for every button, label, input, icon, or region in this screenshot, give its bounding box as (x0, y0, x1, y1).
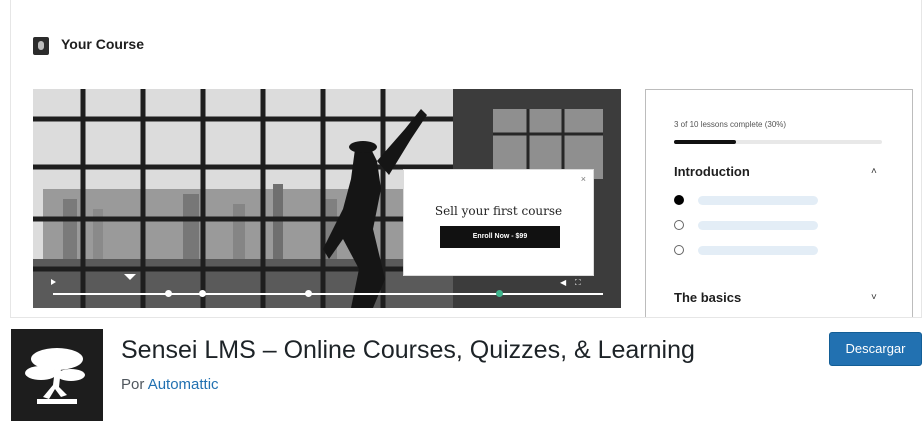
course-progress-panel: 3 of 10 lessons complete (30%) Introduct… (645, 89, 913, 317)
author-link[interactable]: Automattic (148, 376, 219, 393)
playhead-marker[interactable] (496, 290, 503, 297)
enroll-button[interactable]: Enroll Now - $99 (440, 226, 560, 248)
plugin-title: Sensei LMS – Online Courses, Quizzes, & … (121, 336, 695, 364)
lesson-placeholder (698, 196, 818, 205)
chevron-up-icon[interactable]: ˄ (871, 166, 877, 177)
lesson-incomplete-icon (674, 245, 684, 255)
fullscreen-icon[interactable]: ⛶ (575, 278, 581, 288)
progress-text: 3 of 10 lessons complete (30%) (674, 120, 787, 129)
video-scrubber[interactable] (53, 293, 603, 295)
course-video[interactable]: × Sell your first course Enroll Now - $9… (33, 89, 621, 308)
chapter-marker[interactable] (305, 290, 312, 297)
module-title-introduction[interactable]: Introduction (674, 164, 750, 179)
bonsai-icon (25, 348, 85, 404)
lesson-placeholder (698, 246, 818, 255)
lesson-item[interactable] (674, 218, 824, 232)
plugin-logo (11, 329, 103, 421)
close-icon[interactable]: × (581, 174, 586, 184)
lesson-complete-icon (674, 195, 684, 205)
lesson-item[interactable] (674, 193, 824, 207)
author-prefix: Por (121, 376, 145, 393)
enroll-popup: × Sell your first course Enroll Now - $9… (403, 169, 594, 276)
progress-bar-fill (674, 140, 737, 144)
volume-icon[interactable]: ◀ (560, 278, 566, 287)
course-icon (33, 37, 49, 55)
lesson-item[interactable] (674, 243, 824, 257)
module-title-the-basics[interactable]: The basics (674, 290, 741, 305)
popup-title: Sell your first course (434, 204, 563, 218)
popup-pointer (124, 274, 136, 280)
banner-section-title: Your Course (61, 36, 144, 52)
chapter-marker[interactable] (165, 290, 172, 297)
lesson-incomplete-icon (674, 220, 684, 230)
plugin-page: Your Course × Sell your first course Enr… (0, 0, 922, 421)
download-button[interactable]: Descargar (829, 332, 922, 366)
plugin-author: Por Automattic (121, 376, 219, 393)
play-icon[interactable] (51, 279, 56, 285)
plugin-banner: Your Course × Sell your first course Enr… (10, 0, 922, 318)
chapter-marker[interactable] (199, 290, 206, 297)
chevron-down-icon[interactable]: ˅ (871, 292, 877, 303)
lesson-placeholder (698, 221, 818, 230)
progress-bar (674, 140, 882, 144)
